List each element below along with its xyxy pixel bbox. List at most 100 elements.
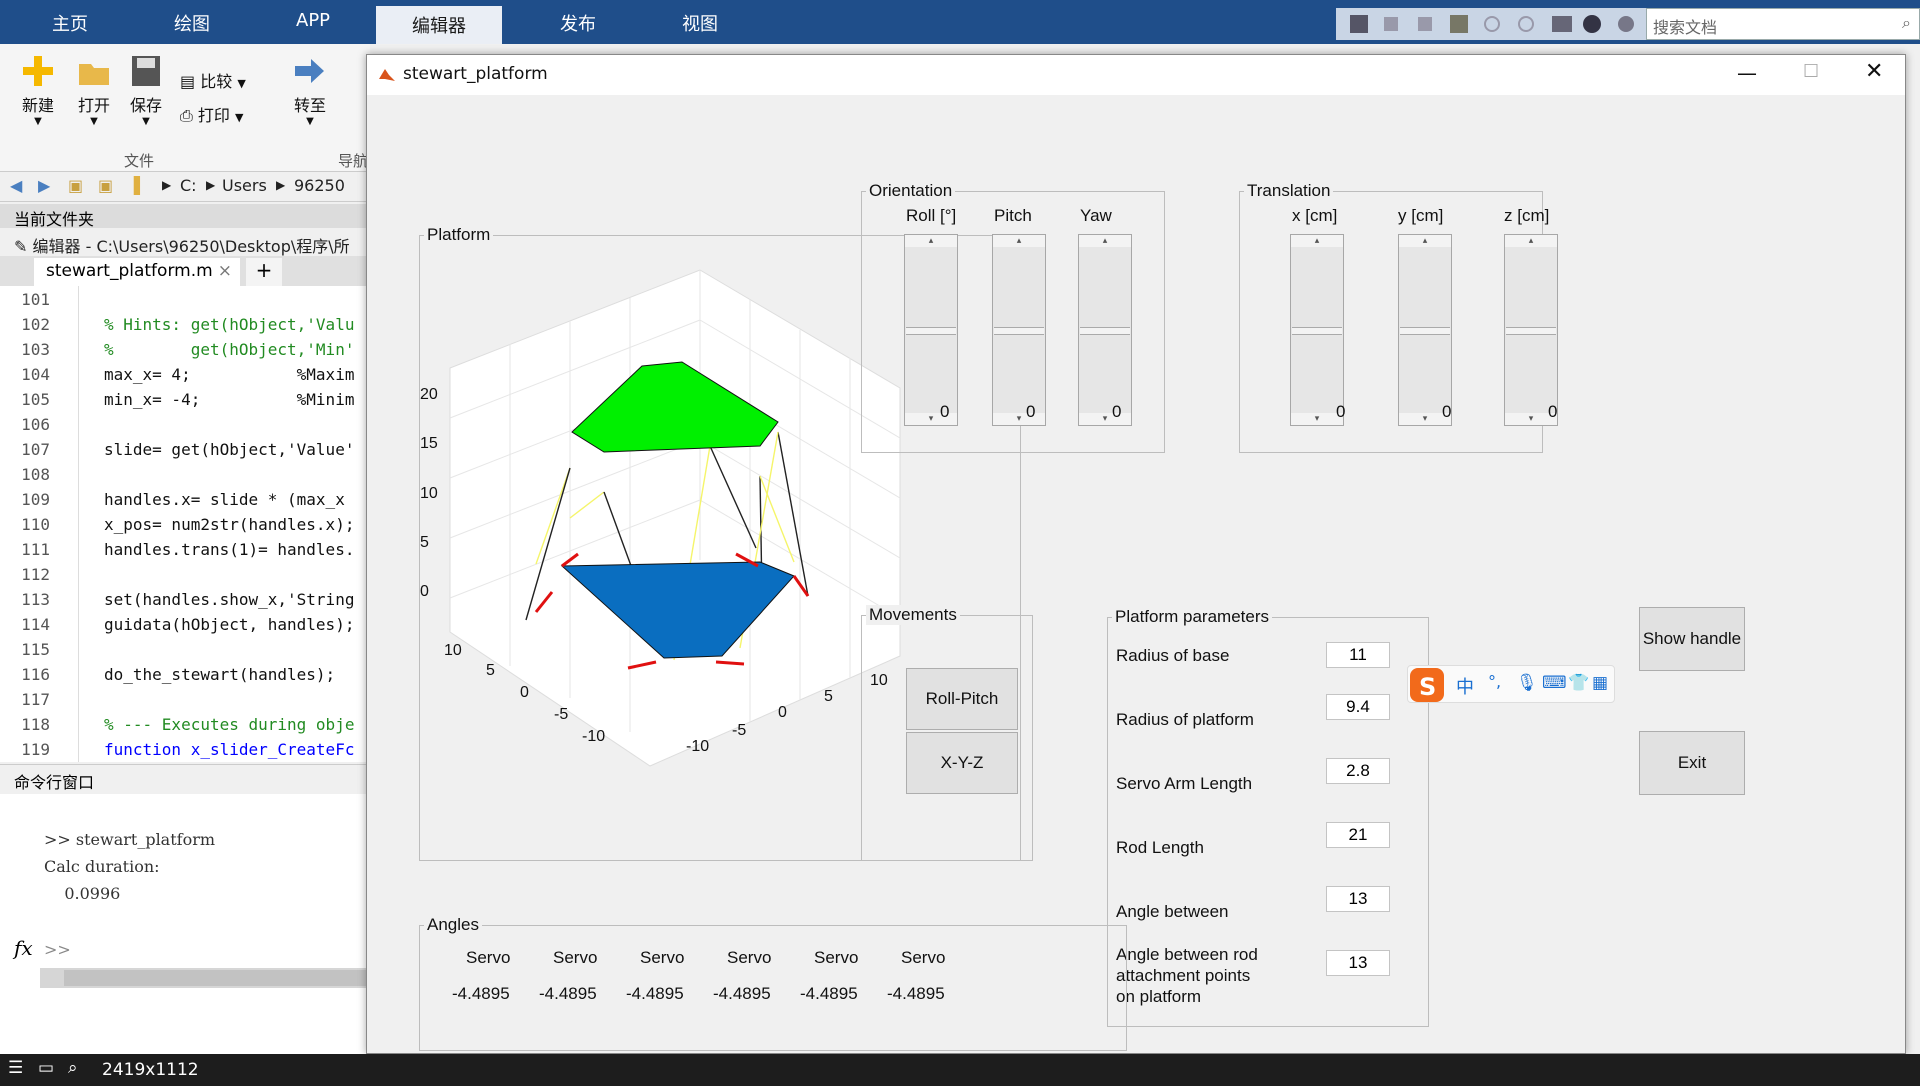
open-button[interactable]: 打开 ▼ <box>74 54 114 127</box>
editor-tab-bar: stewart_platform.m × + <box>0 256 370 286</box>
translation-panel: Translation x [cm] y [cm] z [cm] ▴ ▾ ▴ ▾ ▴… <box>1239 181 1558 453</box>
code-line[interactable]: function x_slider_CreateFc <box>104 740 354 759</box>
code-line[interactable]: min_x= -4; %Minim <box>104 390 354 409</box>
z-tick-label: 15 <box>420 435 438 452</box>
radius-base-field[interactable]: 11 <box>1326 642 1390 668</box>
x-slider[interactable]: ▴ ▾ <box>1290 234 1344 426</box>
print-button[interactable]: ⎙ 打印 ▼ <box>180 102 243 126</box>
tab-editor[interactable]: 编辑器 <box>376 6 502 44</box>
code-line[interactable]: x_pos= num2str(handles.x); <box>104 515 354 534</box>
new-button[interactable]: 新建 ▼ <box>18 54 58 127</box>
line-number: 116 <box>21 665 50 684</box>
path-part[interactable]: Users <box>222 176 267 195</box>
servo-angle-value: -4.4895 <box>713 984 771 1003</box>
code-line[interactable]: set(handles.show_x,'String <box>104 590 354 609</box>
skin-shirt-icon[interactable]: 👕 <box>1568 673 1589 693</box>
x-tick-label: 10 <box>444 642 462 659</box>
angle-rod-attach-field[interactable]: 13 <box>1326 950 1390 976</box>
code-line[interactable]: % --- Executes during obje <box>104 715 354 734</box>
command-window[interactable]: >> stewart_platform Calc duration: 0.099… <box>0 794 370 1054</box>
servo-label: Servo <box>814 948 859 967</box>
forward-icon[interactable]: ▶ <box>38 176 50 195</box>
window-icon[interactable]: ▭ <box>38 1058 54 1078</box>
compare-label: 比较 <box>200 72 233 91</box>
toolbox-grid-icon[interactable]: ▦ <box>1592 673 1608 693</box>
servo-angle-value: -4.4895 <box>626 984 684 1003</box>
folder-icon: ▌ <box>134 176 147 195</box>
angle-between-field[interactable]: 13 <box>1326 886 1390 912</box>
editor-tab-label: stewart_platform.m <box>46 261 213 281</box>
command-window-title[interactable]: 命令行窗口 <box>0 764 370 794</box>
y-slider[interactable]: ▴ ▾ <box>1398 234 1452 426</box>
search-placeholder: 搜索文档 <box>1653 18 1718 37</box>
chevron-down-icon: ▼ <box>90 116 98 127</box>
servo-arm-length-field[interactable]: 2.8 <box>1326 758 1390 784</box>
tab-view[interactable]: 视图 <box>682 10 718 36</box>
minimize-icon[interactable]: — <box>1737 61 1757 85</box>
figure-title-bar: stewart_platform — ☐ ✕ <box>367 55 1905 95</box>
tab-apps[interactable]: APP <box>296 10 330 31</box>
line-number: 111 <box>21 540 50 559</box>
path-part[interactable]: C: <box>180 176 197 195</box>
scrollbar-thumb[interactable] <box>64 970 370 986</box>
xyz-button[interactable]: X-Y-Z <box>906 732 1018 794</box>
z-tick-label: 5 <box>420 534 429 551</box>
y-tick-label: -10 <box>686 738 710 755</box>
tab-home[interactable]: 主页 <box>52 10 88 36</box>
microphone-icon[interactable]: 🎙 <box>1516 673 1538 693</box>
search-docs-input[interactable]: 搜索文档 ⌕ <box>1646 8 1920 40</box>
show-handle-button[interactable]: Show handle <box>1639 607 1745 671</box>
search-icon[interactable]: ⌕ <box>1902 13 1911 33</box>
fx-icon[interactable]: fx <box>14 936 33 960</box>
close-tab-icon[interactable]: × <box>218 261 232 281</box>
radius-platform-field[interactable]: 9.4 <box>1326 694 1390 720</box>
roll-pitch-button[interactable]: Roll-Pitch <box>906 668 1018 730</box>
close-icon[interactable]: ✕ <box>1865 59 1883 84</box>
zoom-icon[interactable]: ⌕ <box>68 1058 78 1078</box>
roll-slider[interactable]: ▴ ▾ <box>904 234 958 426</box>
maximize-icon[interactable]: ☐ <box>1803 61 1819 82</box>
yaw-slider[interactable]: ▴ ▾ <box>1078 234 1132 426</box>
resolution-readout: 2419x1112 <box>102 1060 199 1080</box>
ime-punctuation[interactable]: °, <box>1488 672 1501 691</box>
editor-tab[interactable]: stewart_platform.m × <box>34 258 240 286</box>
menu-icon[interactable]: ☰ <box>8 1058 23 1078</box>
code-line[interactable]: % get(hObject,'Min' <box>104 340 354 359</box>
code-line[interactable]: do_the_stewart(handles); <box>104 665 335 684</box>
exit-button[interactable]: Exit <box>1639 731 1745 795</box>
tab-plots[interactable]: 绘图 <box>174 10 210 36</box>
servo-label: Servo <box>727 948 772 967</box>
tab-publish[interactable]: 发布 <box>560 10 596 36</box>
up-folder-icon[interactable]: ▣ <box>68 176 83 195</box>
code-line[interactable]: % Hints: get(hObject,'Valu <box>104 315 354 334</box>
rod-length-field[interactable]: 21 <box>1326 822 1390 848</box>
back-icon[interactable]: ◀ <box>10 176 22 195</box>
editor-title-text: 编辑器 - C:\Users\96250\Desktop\程序\所 <box>32 237 350 256</box>
compare-button[interactable]: ▤ 比较 ▼ <box>180 68 246 92</box>
command-prompt[interactable]: >> <box>44 940 71 959</box>
goto-button[interactable]: 转至 ▼ <box>290 54 330 127</box>
code-editor[interactable]: 101 102 % Hints: get(hObject,'Valu 103 % get… <box>0 286 370 762</box>
param-label: Radius of platform <box>1116 710 1254 729</box>
ime-toolbar[interactable]: S 中 °, 🎙 ⌨ 👕 ▦ <box>1407 665 1615 703</box>
browse-folder-icon[interactable]: ▣ <box>98 176 113 195</box>
code-line[interactable]: guidata(hObject, handles); <box>104 615 354 634</box>
angles-title: Angles <box>424 915 482 935</box>
pitch-slider[interactable]: ▴ ▾ <box>992 234 1046 426</box>
save-button[interactable]: 保存 ▼ <box>126 54 166 127</box>
path-part[interactable]: 96250 <box>294 176 345 195</box>
quick-access-icons[interactable] <box>1336 8 1646 40</box>
line-number: 105 <box>21 390 50 409</box>
current-folder-header[interactable]: 当前文件夹 <box>0 204 370 229</box>
address-bar[interactable]: ◀ ▶ ▣ ▣ ▌ ▶ C: ▶ Users ▶ 96250 <box>0 172 370 202</box>
line-number: 104 <box>21 365 50 384</box>
ime-language[interactable]: 中 <box>1456 673 1474 699</box>
add-tab-button[interactable]: + <box>246 258 282 286</box>
window-icon <box>1552 16 1572 32</box>
keyboard-icon[interactable]: ⌨ <box>1542 673 1567 693</box>
z-slider[interactable]: ▴ ▾ <box>1504 234 1558 426</box>
code-line[interactable]: handles.trans(1)= handles. <box>104 540 354 559</box>
code-line[interactable]: handles.x= slide * (max_x <box>104 490 345 509</box>
code-line[interactable]: max_x= 4; %Maxim <box>104 365 354 384</box>
code-line[interactable]: slide= get(hObject,'Value' <box>104 440 354 459</box>
